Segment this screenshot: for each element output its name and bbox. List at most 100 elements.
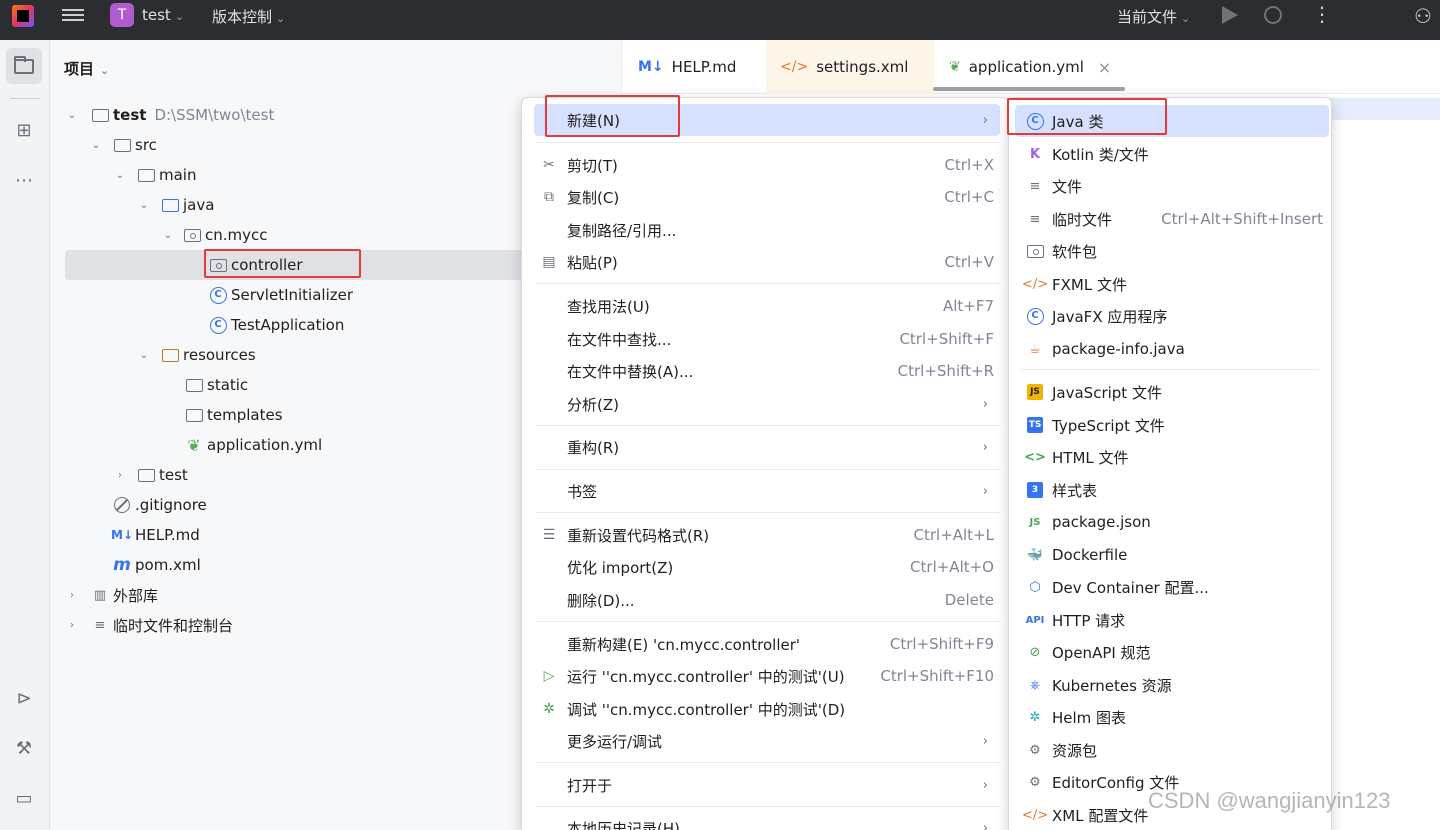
services-tool-button[interactable]: ⊳ [6,680,42,716]
tree-item-static[interactable]: static [65,370,525,400]
submenu-item-fxml[interactable]: </> FXML 文件 [1015,268,1329,300]
add-user-icon[interactable]: ⚇ [1414,4,1432,28]
tree-item-test-application[interactable]: C TestApplication [65,310,525,340]
tree-item-test-folder[interactable]: › test [65,460,525,490]
project-switcher[interactable]: test ⌄ [142,6,184,24]
submenu-item-helm-chart[interactable]: ✲ Helm 图表 [1015,701,1329,733]
tree-item-gitignore[interactable]: .gitignore [65,490,525,520]
submenu-item-label: Dockerfile [1052,546,1128,564]
menu-item-optimize-imports[interactable]: 优化 import(Z) Ctrl+Alt+O [534,551,1000,583]
submenu-item-package-json[interactable]: JS package.json [1015,506,1329,538]
collapse-arrow-icon[interactable]: › [113,470,127,481]
expand-arrow-icon[interactable]: ⌄ [137,350,151,361]
tab-application-yml[interactable]: ❦ application.yml × [935,40,1125,94]
expand-arrow-icon[interactable]: ⌄ [113,170,127,181]
main-menu-icon[interactable] [62,6,84,24]
tree-item-servlet-initializer[interactable]: C ServletInitializer [65,280,525,310]
tab-label: settings.xml [816,58,909,76]
vcs-menu[interactable]: 版本控制 ⌄ [212,6,285,27]
submenu-item-http-request[interactable]: API HTTP 请求 [1015,604,1329,636]
tree-item-java[interactable]: ⌄ java [65,190,525,220]
expand-arrow-icon[interactable]: ⌄ [137,200,151,211]
menu-item-run-tests[interactable]: ▷ 运行 ''cn.mycc.controller' 中的测试'(U) Ctrl… [534,660,1000,692]
collapse-arrow-icon[interactable]: › [65,620,79,631]
menu-separator [535,762,1001,763]
tree-item-external-libraries[interactable]: › ▥ 外部库 [65,580,525,610]
menu-item-refactor[interactable]: 重构(R) › [534,431,1000,463]
menu-item-more-run-debug[interactable]: 更多运行/调试 › [534,725,1000,757]
debug-bug-icon: ✲ [543,701,555,717]
menu-item-debug-tests[interactable]: ✲ 调试 ''cn.mycc.controller' 中的测试'(D) [534,693,1000,725]
menu-item-local-history[interactable]: 本地历史记录(H) › [534,812,1000,830]
project-title-label: 项目 [64,60,95,78]
tree-item-src[interactable]: ⌄ src [65,130,525,160]
submenu-item-typescript[interactable]: TS TypeScript 文件 [1015,409,1329,441]
submenu-item-openapi[interactable]: ⊘ OpenAPI 规范 [1015,636,1329,668]
menu-item-replace-in-files[interactable]: 在文件中替换(A)... Ctrl+Shift+R [534,355,1000,387]
tree-item-resources[interactable]: ⌄ resources [65,340,525,370]
tab-settings-xml[interactable]: </> settings.xml [766,40,934,94]
menu-separator [535,512,1001,513]
tree-item-scratches[interactable]: › ≡ 临时文件和控制台 [65,610,525,640]
active-tab-indicator [933,87,1125,91]
tree-item-label: ServletInitializer [231,286,354,304]
tree-item-main[interactable]: ⌄ main [65,160,525,190]
submenu-item-label: TypeScript 文件 [1052,416,1165,435]
submenu-item-javascript[interactable]: JS JavaScript 文件 [1015,376,1329,408]
run-icon[interactable] [1222,6,1238,24]
project-tool-button[interactable] [6,48,42,84]
submenu-item-dockerfile[interactable]: 🐳 Dockerfile [1015,539,1329,571]
tree-item-help-md[interactable]: M↓ HELP.md [65,520,525,550]
tree-item-templates[interactable]: templates [65,400,525,430]
expand-arrow-icon[interactable]: ⌄ [89,140,103,151]
menu-item-analyze[interactable]: 分析(Z) › [534,388,1000,420]
expand-arrow-icon[interactable]: ⌄ [161,230,175,241]
submenu-item-stylesheet[interactable]: 3 样式表 [1015,474,1329,506]
more-vertical-icon[interactable]: ⋮ [1312,4,1332,24]
submenu-item-resource-bundle[interactable]: ⚙ 资源包 [1015,734,1329,766]
divider [10,98,40,99]
tree-item-project-root[interactable]: ⌄ test D:\SSM\two\test [65,100,525,130]
tab-help-md[interactable]: M↓ HELP.md [624,40,750,94]
submenu-item-dev-container[interactable]: ⬡ Dev Container 配置... [1015,571,1329,603]
terminal-tool-button[interactable]: ▭ [6,780,42,816]
submenu-item-javafx-app[interactable]: C JavaFX 应用程序 [1015,300,1329,332]
tree-item-controller[interactable]: controller [65,250,525,280]
menu-item-bookmarks[interactable]: 书签 › [534,475,1000,507]
submenu-item-scratch-file[interactable]: ≡ 临时文件 Ctrl+Alt+Shift+Insert [1015,203,1329,235]
collapse-arrow-icon[interactable]: › [65,590,79,601]
menu-item-paste[interactable]: ▤ 粘贴(P) Ctrl+V [534,246,1000,278]
menu-shortcut: Ctrl+Alt+L [913,526,995,544]
build-tool-button[interactable]: ⚒ [6,730,42,766]
menu-item-copy[interactable]: ⧉ 复制(C) Ctrl+C [534,181,1000,213]
menu-item-cut[interactable]: ✂ 剪切(T) Ctrl+X [534,149,1000,181]
menu-item-find-usages[interactable]: 查找用法(U) Alt+F7 [534,290,1000,322]
submenu-item-kubernetes[interactable]: ⎈ Kubernetes 资源 [1015,669,1329,701]
submenu-item-package-info[interactable]: ☕ package-info.java [1015,333,1329,365]
left-tool-strip: ⊞ ⋯ ⊳ ⚒ ▭ [0,40,50,830]
submenu-item-html[interactable]: <> HTML 文件 [1015,441,1329,473]
menu-item-find-in-files[interactable]: 在文件中查找... Ctrl+Shift+F [534,323,1000,355]
project-panel-title[interactable]: 项目 ⌄ [64,58,109,79]
tree-item-application-yml[interactable]: ❦ application.yml [65,430,525,460]
submenu-item-java-class[interactable]: C Java 类 [1015,105,1329,137]
run-config-selector[interactable]: 当前文件 ⌄ [1117,6,1190,27]
tree-item-cn-mycc[interactable]: ⌄ cn.mycc [65,220,525,250]
more-tools-button[interactable]: ⋯ [6,162,42,198]
menu-item-reformat-code[interactable]: ☰ 重新设置代码格式(R) Ctrl+Alt+L [534,519,1000,551]
debug-icon[interactable] [1264,6,1282,24]
menu-item-rebuild[interactable]: 重新构建(E) 'cn.mycc.controller' Ctrl+Shift+… [534,628,1000,660]
menu-item-delete[interactable]: 删除(D)... Delete [534,584,1000,616]
close-icon[interactable]: × [1098,58,1111,77]
structure-tool-button[interactable]: ⊞ [6,112,42,148]
menu-item-new[interactable]: 新建(N) › [534,104,1000,136]
project-badge[interactable]: T [110,3,134,27]
expand-arrow-icon[interactable]: ⌄ [65,110,79,121]
ignore-file-icon [113,496,131,514]
submenu-item-file[interactable]: ≡ 文件 [1015,170,1329,202]
submenu-item-package[interactable]: 软件包 [1015,235,1329,267]
tree-item-pom-xml[interactable]: m pom.xml [65,550,525,580]
menu-item-open-in[interactable]: 打开于 › [534,769,1000,801]
submenu-item-kotlin[interactable]: K Kotlin 类/文件 [1015,138,1329,170]
menu-item-copy-path[interactable]: 复制路径/引用... [534,214,1000,246]
